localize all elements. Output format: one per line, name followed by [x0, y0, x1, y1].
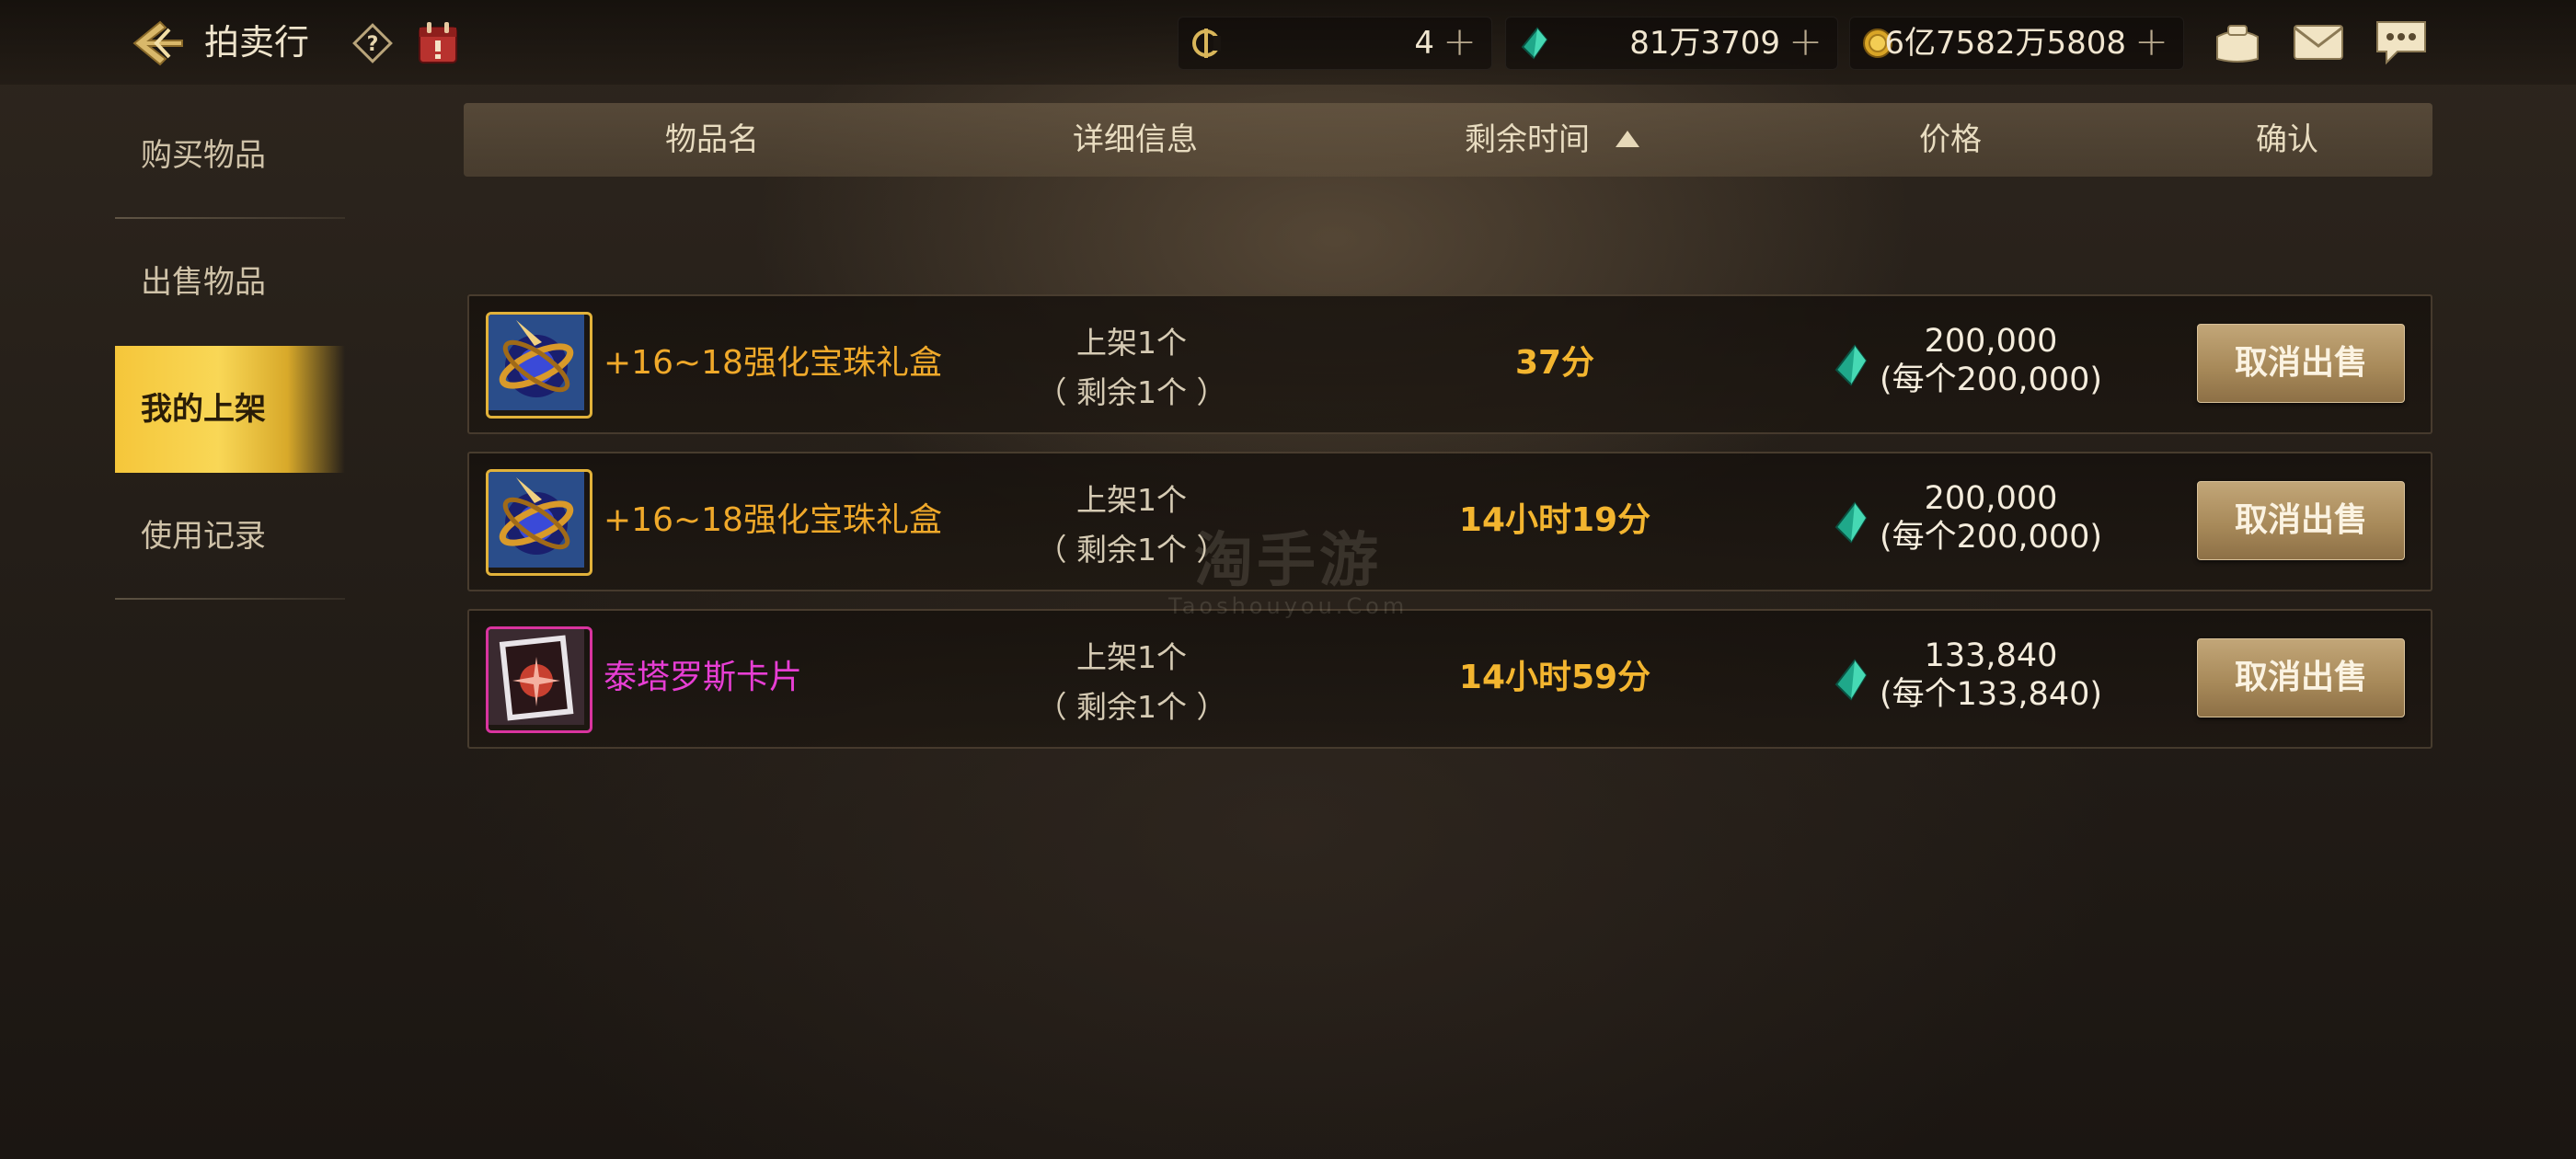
table-row: +16~18强化宝珠礼盒 上架1个 （ 剩余1个 ） 14小时19分 200,0… — [467, 452, 2432, 591]
sidebar-item-history[interactable]: 使用记录 — [115, 473, 345, 600]
add-gold-button[interactable]: + — [2134, 17, 2168, 67]
item-name[interactable]: 泰塔罗斯卡片 — [604, 611, 802, 745]
cancel-sale-button[interactable]: 取消出售 — [2197, 638, 2405, 717]
remaining-time: 14小时19分 — [1458, 501, 1651, 539]
sidebar: 购买物品 出售物品 我的上架 使用记录 — [115, 92, 345, 600]
listing-detail: 上架1个 （ 剩余1个 ） — [994, 318, 1270, 418]
gem-icon — [1833, 344, 1869, 386]
column-header-confirm: 确认 — [2256, 121, 2318, 158]
wallet-icon[interactable] — [2210, 18, 2265, 66]
gem-icon — [1833, 501, 1869, 544]
sidebar-item-my-listings[interactable]: 我的上架 — [115, 346, 345, 473]
gem-icon — [1833, 659, 1869, 701]
sort-ascending-icon — [1616, 130, 1639, 147]
gold-value: 6亿7582万5808 — [1884, 25, 2126, 62]
table-row: +16~18强化宝珠礼盒 上架1个 （ 剩余1个 ） 37分 200,000 (… — [467, 294, 2432, 434]
column-header-time[interactable]: 剩余时间 — [1465, 103, 1639, 177]
sidebar-item-label: 我的上架 — [141, 391, 266, 428]
table-row: 泰塔罗斯卡片 上架1个 （ 剩余1个 ） 14小时59分 133,840 (每个… — [467, 609, 2432, 749]
unit-price: (每个133,840) — [1879, 676, 2103, 713]
sidebar-item-buy[interactable]: 购买物品 — [115, 92, 345, 219]
cancel-sale-button[interactable]: 取消出售 — [2197, 481, 2405, 560]
add-coupon-button[interactable]: + — [1443, 17, 1477, 67]
help-icon[interactable]: ? — [351, 22, 394, 64]
sidebar-item-sell[interactable]: 出售物品 — [115, 219, 345, 346]
listed-quantity: 上架1个 — [1076, 639, 1187, 675]
column-header-price: 价格 — [1919, 121, 1982, 158]
chat-icon[interactable] — [2374, 18, 2429, 66]
coupon-value: 4 — [1414, 25, 1434, 62]
item-name[interactable]: +16~18强化宝珠礼盒 — [604, 453, 942, 588]
gem-balance: 81万3709 + — [1505, 17, 1838, 70]
coupon-balance: 4 + — [1178, 17, 1492, 70]
sidebar-item-label: 出售物品 — [141, 264, 266, 301]
gem-icon — [1517, 27, 1550, 60]
card-icon[interactable] — [486, 626, 592, 733]
unit-price: (每个200,000) — [1879, 361, 2103, 398]
orb-gift-box-icon[interactable] — [486, 469, 592, 576]
back-arrow-icon[interactable] — [129, 17, 188, 70]
remaining-time: 14小时59分 — [1458, 659, 1651, 696]
remaining-quantity: （ 剩余1个 ） — [1036, 374, 1227, 410]
watermark-text: 淘手游 — [1194, 527, 1382, 595]
sidebar-item-label: 使用记录 — [141, 518, 266, 555]
price: 200,000 (每个200,000) — [1880, 479, 2102, 557]
column-header-name: 物品名 — [665, 121, 759, 158]
price: 133,840 (每个133,840) — [1880, 637, 2102, 714]
total-price: 200,000 — [1924, 480, 2058, 517]
total-price: 200,000 — [1924, 323, 2058, 360]
listed-quantity: 上架1个 — [1076, 325, 1187, 361]
listed-quantity: 上架1个 — [1076, 482, 1187, 518]
remaining-time: 37分 — [1514, 344, 1595, 382]
gem-value: 81万3709 — [1629, 25, 1780, 62]
column-header-detail: 详细信息 — [1073, 121, 1198, 158]
column-header-time-label: 剩余时间 — [1465, 121, 1590, 158]
mail-icon[interactable] — [2291, 18, 2346, 66]
watermark-subtext: Taoshouyou.Com — [1168, 593, 1409, 619]
sidebar-item-label: 购买物品 — [141, 137, 266, 174]
coupon-icon — [1190, 27, 1223, 60]
watermark: 淘手游 Taoshouyou.Com — [1168, 529, 1408, 619]
remaining-quantity: （ 剩余1个 ） — [1036, 689, 1227, 725]
page-title: 拍卖行 — [204, 22, 310, 63]
add-gem-button[interactable]: + — [1788, 17, 1823, 67]
top-bar: 拍卖行 ? 4 + 81万3709 + 6亿7582万5808 + — [0, 0, 2576, 85]
listing-detail: 上架1个 （ 剩余1个 ） — [994, 633, 1270, 732]
price: 200,000 (每个200,000) — [1880, 322, 2102, 399]
calendar-icon[interactable] — [416, 20, 460, 66]
svg-text:?: ? — [367, 33, 379, 56]
item-name[interactable]: +16~18强化宝珠礼盒 — [604, 296, 942, 430]
unit-price: (每个200,000) — [1879, 519, 2103, 556]
total-price: 133,840 — [1924, 637, 2058, 674]
cancel-sale-button[interactable]: 取消出售 — [2197, 324, 2405, 403]
orb-gift-box-icon[interactable] — [486, 312, 592, 419]
table-header: 物品名 详细信息 剩余时间 价格 确认 — [464, 103, 2432, 177]
gold-balance: 6亿7582万5808 + — [1849, 17, 2184, 70]
